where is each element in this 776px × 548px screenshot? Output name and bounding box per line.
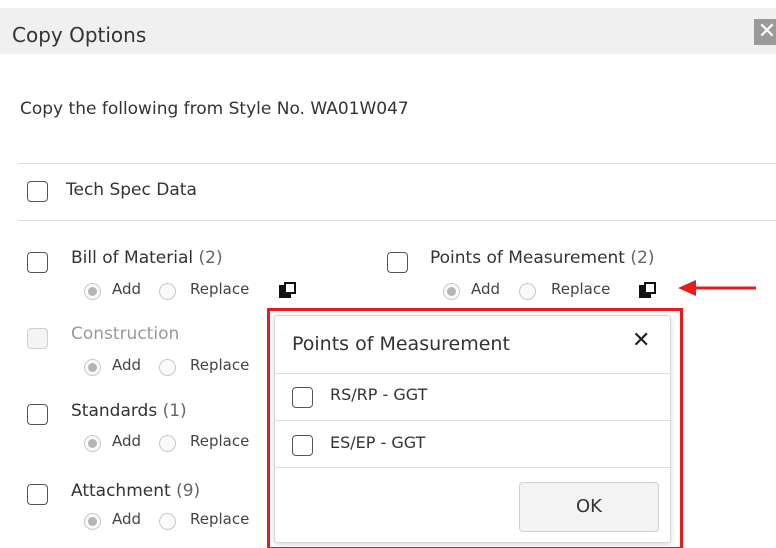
pom-popup: Points of Measurement ✕ RS/RP - GGT ES/E… (274, 315, 671, 543)
popup-option-row[interactable]: ES/EP - GGT (275, 420, 670, 467)
popup-option-checkbox[interactable] (292, 435, 313, 456)
standards-add-label: Add (112, 432, 142, 450)
popup-footer-divider (275, 467, 670, 468)
attachment-replace-label: Replace (190, 510, 250, 528)
pom-replace-label: Replace (551, 280, 611, 298)
bom-label: Bill of Material (2) (71, 248, 223, 268)
ok-button[interactable]: OK (519, 482, 659, 532)
construction-add-radio[interactable] (84, 359, 101, 376)
tech-spec-checkbox[interactable] (27, 181, 48, 202)
pom-add-label: Add (471, 280, 501, 298)
divider (18, 163, 776, 164)
construction-replace-radio[interactable] (159, 359, 176, 376)
construction-label: Construction (71, 324, 180, 344)
bom-add-radio[interactable] (84, 283, 101, 300)
popup-close-icon[interactable]: ✕ (632, 328, 650, 353)
pom-label: Points of Measurement (2) (430, 248, 655, 268)
tech-spec-label: Tech Spec Data (66, 180, 197, 200)
construction-checkbox[interactable] (27, 328, 48, 349)
construction-replace-label: Replace (190, 356, 250, 374)
pom-replace-radio[interactable] (519, 283, 536, 300)
attachment-add-radio[interactable] (84, 513, 101, 530)
bom-replace-label: Replace (190, 280, 250, 298)
bom-replace-radio[interactable] (159, 283, 176, 300)
attachment-add-label: Add (112, 510, 142, 528)
attachment-label: Attachment (9) (71, 481, 201, 501)
popup-option-label: RS/RP - GGT (330, 385, 428, 404)
bom-copy-icon[interactable] (279, 282, 297, 298)
dialog-title: Copy Options (12, 23, 147, 47)
construction-add-label: Add (112, 356, 142, 374)
dialog-close-icon[interactable]: ✕ (754, 19, 776, 45)
popup-option-checkbox[interactable] (292, 387, 313, 408)
pom-add-radio[interactable] (443, 283, 460, 300)
attachment-checkbox[interactable] (27, 484, 48, 505)
popup-option-row[interactable]: RS/RP - GGT (275, 373, 670, 420)
standards-replace-radio[interactable] (159, 435, 176, 452)
pom-checkbox[interactable] (387, 252, 408, 273)
popup-title: Points of Measurement (292, 333, 510, 355)
divider (18, 220, 776, 221)
standards-add-radio[interactable] (84, 435, 101, 452)
standards-label: Standards (1) (71, 401, 187, 421)
bom-checkbox[interactable] (27, 252, 48, 273)
intro-text: Copy the following from Style No. WA01W0… (20, 99, 409, 119)
attachment-replace-radio[interactable] (159, 513, 176, 530)
pom-copy-icon[interactable] (639, 282, 657, 298)
bom-add-label: Add (112, 280, 142, 298)
popup-option-label: ES/EP - GGT (330, 433, 426, 452)
standards-checkbox[interactable] (27, 404, 48, 425)
dialog-titlebar: Copy Options (0, 8, 776, 54)
standards-replace-label: Replace (190, 432, 250, 450)
arrow-left-icon (678, 280, 756, 296)
